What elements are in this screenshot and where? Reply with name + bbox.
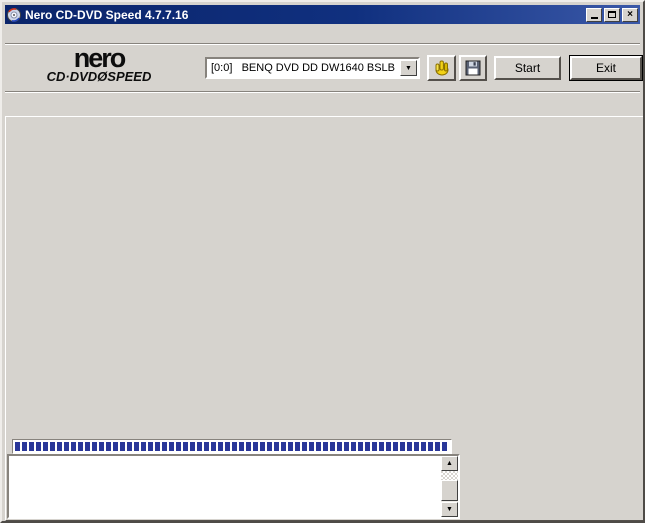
app-icon — [7, 7, 21, 22]
scroll-track[interactable] — [441, 471, 458, 480]
maximize-icon — [608, 11, 616, 18]
tab-strip — [7, 94, 640, 117]
minimize-button[interactable] — [586, 7, 602, 22]
logo-subtitle: CD·DVDØSPEED — [46, 69, 152, 84]
save-floppy-icon — [465, 60, 481, 76]
drive-select-value: [0:0] BENQ DVD DD DW1640 BSLB — [211, 62, 396, 74]
options-button[interactable] — [427, 55, 456, 81]
maximize-button[interactable] — [604, 7, 620, 22]
triangle-down-icon: ▼ — [446, 506, 453, 513]
nero-logo: nero CD·DVDØSPEED — [19, 43, 179, 84]
progress-bar — [12, 439, 452, 454]
triangle-up-icon: ▲ — [446, 460, 453, 467]
window-title: Nero CD-DVD Speed 4.7.7.16 — [25, 7, 189, 22]
minimize-icon — [590, 17, 598, 19]
log-panel: ▲ ▼ — [7, 454, 460, 519]
exit-button[interactable]: Exit — [570, 56, 642, 80]
benchmark-chart — [32, 117, 472, 439]
separator — [5, 91, 640, 93]
close-button[interactable]: × — [622, 7, 638, 22]
drive-select[interactable]: [0:0] BENQ DVD DD DW1640 BSLB ▼ — [205, 57, 420, 79]
app-window: Nero CD-DVD Speed 4.7.7.16 × nero CD·DVD… — [0, 0, 645, 523]
start-button[interactable]: Start — [494, 56, 561, 80]
progress-fill — [15, 442, 449, 451]
logo-nero-text: nero — [73, 43, 127, 73]
scroll-thumb[interactable] — [441, 480, 458, 501]
save-button[interactable] — [459, 55, 487, 81]
log-scrollbar[interactable]: ▲ ▼ — [441, 456, 458, 517]
chevron-down-icon: ▼ — [405, 64, 412, 72]
scroll-down-button[interactable]: ▼ — [441, 502, 458, 517]
menu-bar — [5, 25, 640, 43]
combo-dropdown-button[interactable]: ▼ — [400, 60, 417, 76]
toolbar: nero CD·DVDØSPEED [0:0] BENQ DVD DD DW16… — [5, 43, 642, 91]
scroll-up-button[interactable]: ▲ — [441, 456, 458, 471]
disc-glyph-icon: Ø — [97, 69, 108, 84]
close-icon: × — [627, 8, 633, 20]
hand-options-icon — [435, 60, 448, 76]
titlebar: Nero CD-DVD Speed 4.7.7.16 × — [5, 5, 640, 24]
log-rows — [11, 458, 439, 515]
